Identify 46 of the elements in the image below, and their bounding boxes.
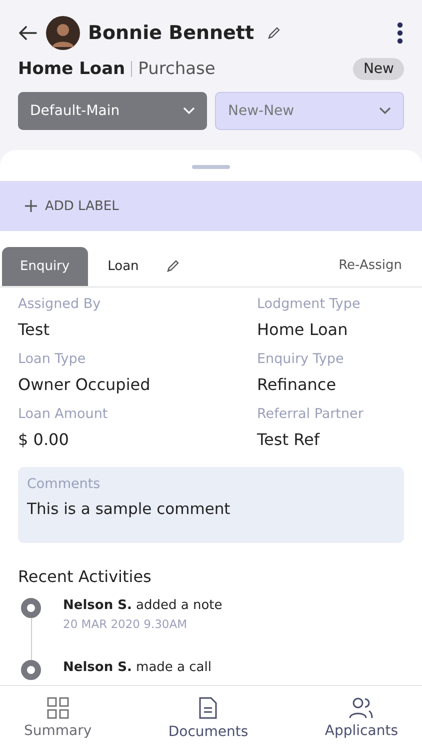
- loan-title: Home Loan: [18, 59, 126, 79]
- dropdown[interactable]: Default-Main: [18, 92, 207, 130]
- chevron-icon: [183, 107, 195, 115]
- more-icon[interactable]: [396, 22, 404, 44]
- status-badge: New: [353, 58, 404, 80]
- people-icon: [348, 697, 374, 719]
- pencil-icon[interactable]: [266, 25, 282, 41]
- field-value: Test Ref: [257, 430, 321, 449]
- dropdown[interactable]: New-New: [215, 92, 404, 130]
- drag-handle[interactable]: [192, 165, 230, 169]
- reassign-link[interactable]: Re-Assign: [338, 258, 402, 286]
- activity-text: Nelson S. made a call: [63, 660, 212, 675]
- avatar: [46, 16, 80, 50]
- field-value: $ 0.00: [18, 430, 70, 449]
- back-icon[interactable]: [18, 25, 38, 41]
- plus-icon: [25, 200, 37, 212]
- field-label: Lodgment Type: [257, 296, 362, 312]
- field-label: Enquiry Type: [257, 351, 345, 367]
- loan-subtitle: Purchase: [138, 59, 216, 79]
- chevron-icon: [379, 107, 391, 115]
- document-icon: [198, 696, 218, 720]
- field-label: Loan Amount: [18, 406, 109, 422]
- contact-name: Bonnie Bennett: [88, 22, 254, 44]
- field-label: Referral Partner: [257, 406, 364, 422]
- pencil-icon[interactable]: [164, 258, 181, 274]
- field-value: Owner Occupied: [18, 375, 152, 394]
- field-value: Test: [18, 320, 51, 339]
- timeline-dot-icon: [21, 598, 41, 618]
- nav-item[interactable]: Summary: [12, 686, 104, 750]
- section-title: Recent Activities: [18, 567, 152, 586]
- comment-text: This is a sample comment: [27, 500, 232, 518]
- tab[interactable]: Enquiry: [2, 247, 88, 286]
- nav-item[interactable]: Documents: [156, 686, 260, 750]
- comments-label: Comments: [27, 476, 102, 492]
- field-label: Assigned By: [18, 296, 102, 312]
- add-label-bar[interactable]: ADD LABEL: [0, 181, 422, 231]
- activity-time: 20 MAR 2020 9.30AM: [63, 617, 188, 631]
- timeline-dot-icon: [21, 660, 41, 680]
- add-label-text: ADD LABEL: [45, 198, 119, 214]
- grid-icon: [46, 697, 69, 719]
- activity-text: Nelson S. added a note: [63, 598, 222, 613]
- field-value: Refinance: [257, 375, 338, 394]
- field-label: Loan Type: [18, 351, 87, 367]
- nav-item[interactable]: Applicants: [312, 686, 410, 750]
- tab[interactable]: Loan: [90, 247, 157, 286]
- field-value: Home Loan: [257, 320, 349, 339]
